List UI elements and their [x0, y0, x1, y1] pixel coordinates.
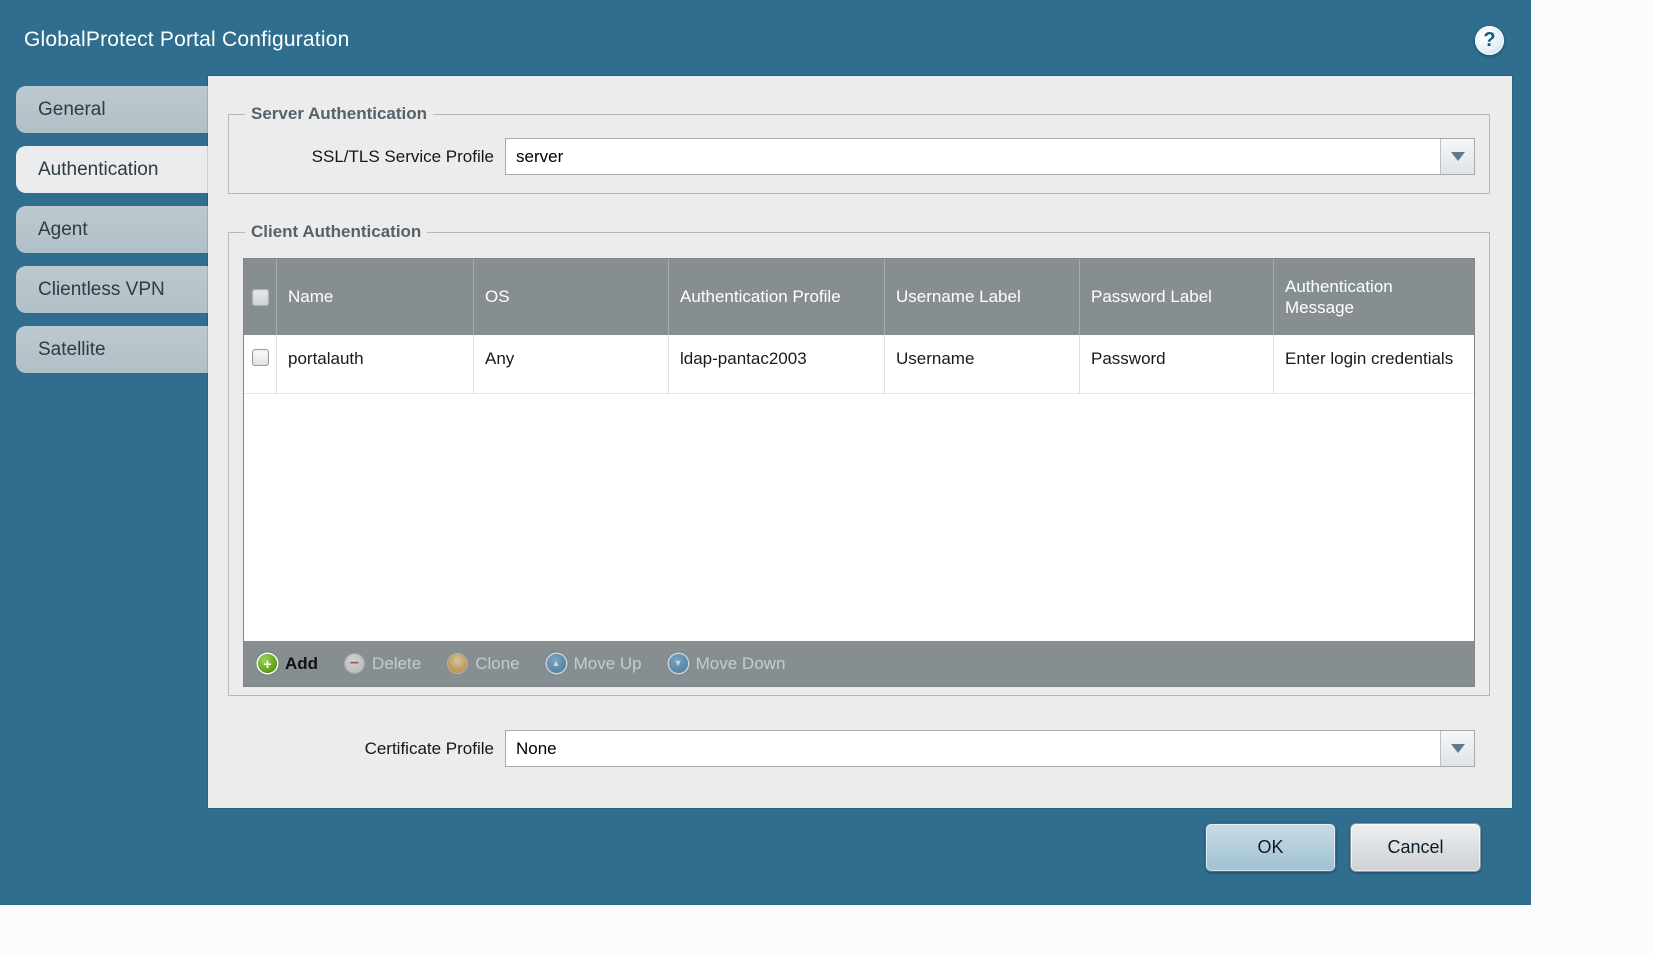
- row-checkbox-cell: [244, 335, 277, 394]
- certificate-profile-value: None: [516, 739, 557, 759]
- tab-satellite[interactable]: Satellite: [16, 326, 208, 373]
- client-authentication-section: Client Authentication Name OS Authentica…: [228, 222, 1490, 696]
- cancel-button[interactable]: Cancel: [1350, 823, 1481, 872]
- ok-button[interactable]: OK: [1205, 823, 1336, 872]
- add-icon: +: [258, 654, 277, 673]
- clone-button[interactable]: Clone: [448, 654, 519, 674]
- column-header-authentication-profile[interactable]: Authentication Profile: [669, 259, 885, 335]
- delete-icon: −: [345, 654, 364, 673]
- server-authentication-legend: Server Authentication: [245, 104, 433, 124]
- help-glyph: ?: [1483, 29, 1495, 52]
- cell-os[interactable]: Any: [474, 335, 669, 394]
- clone-icon: [448, 654, 467, 673]
- move-up-label: Move Up: [574, 654, 642, 674]
- table-row[interactable]: portalauth Any ldap-pantac2003 Username …: [244, 335, 1474, 394]
- tab-clientless-vpn[interactable]: Clientless VPN: [16, 266, 208, 313]
- certificate-profile-select[interactable]: None: [505, 730, 1475, 767]
- table-body: portalauth Any ldap-pantac2003 Username …: [244, 335, 1474, 641]
- client-auth-table: Name OS Authentication Profile Username …: [243, 258, 1475, 687]
- dialog-title: GlobalProtect Portal Configuration: [24, 28, 349, 52]
- tab-general[interactable]: General: [16, 86, 208, 133]
- content-panel: Server Authentication SSL/TLS Service Pr…: [208, 76, 1512, 808]
- ssl-tls-profile-value: server: [516, 147, 563, 167]
- server-authentication-section: Server Authentication SSL/TLS Service Pr…: [228, 104, 1490, 194]
- column-header-os[interactable]: OS: [474, 259, 669, 335]
- ssl-tls-profile-row: SSL/TLS Service Profile server: [243, 138, 1475, 175]
- certificate-profile-row: Certificate Profile None: [228, 730, 1490, 767]
- cell-authentication-profile[interactable]: ldap-pantac2003: [669, 335, 885, 394]
- column-header-authentication-message[interactable]: Authentication Message: [1274, 259, 1474, 335]
- move-down-button[interactable]: ▼ Move Down: [669, 654, 786, 674]
- column-header-username-label[interactable]: Username Label: [885, 259, 1080, 335]
- client-authentication-legend: Client Authentication: [245, 222, 427, 242]
- globalprotect-portal-dialog: GlobalProtect Portal Configuration ? Gen…: [0, 0, 1531, 905]
- help-icon[interactable]: ?: [1475, 26, 1504, 55]
- sidebar-tabs: General Authentication Agent Clientless …: [16, 86, 208, 386]
- chevron-down-icon[interactable]: [1440, 731, 1474, 766]
- table-toolbar: + Add − Delete Clone ▲ Move Up: [244, 641, 1474, 686]
- cell-username-label[interactable]: Username: [885, 335, 1080, 394]
- certificate-profile-label: Certificate Profile: [243, 739, 505, 759]
- column-header-password-label[interactable]: Password Label: [1080, 259, 1274, 335]
- table-header-row: Name OS Authentication Profile Username …: [244, 259, 1474, 335]
- chevron-down-icon[interactable]: [1440, 139, 1474, 174]
- dialog-title-bar: GlobalProtect Portal Configuration ?: [0, 0, 1531, 76]
- column-header-name[interactable]: Name: [277, 259, 474, 335]
- cell-password-label[interactable]: Password: [1080, 335, 1274, 394]
- delete-button[interactable]: − Delete: [345, 654, 421, 674]
- clone-label: Clone: [475, 654, 519, 674]
- add-button[interactable]: + Add: [258, 654, 318, 674]
- tab-agent[interactable]: Agent: [16, 206, 208, 253]
- add-label: Add: [285, 654, 318, 674]
- select-all-checkbox[interactable]: [252, 289, 269, 306]
- ssl-tls-profile-select[interactable]: server: [505, 138, 1475, 175]
- delete-label: Delete: [372, 654, 421, 674]
- move-up-icon: ▲: [547, 654, 566, 673]
- tab-authentication[interactable]: Authentication: [16, 146, 208, 193]
- move-up-button[interactable]: ▲ Move Up: [547, 654, 642, 674]
- ssl-tls-profile-label: SSL/TLS Service Profile: [243, 147, 505, 167]
- move-down-icon: ▼: [669, 654, 688, 673]
- cell-authentication-message[interactable]: Enter login credentials: [1274, 335, 1474, 394]
- select-all-cell: [244, 259, 277, 335]
- row-checkbox[interactable]: [252, 349, 269, 366]
- cell-name[interactable]: portalauth: [277, 335, 474, 394]
- move-down-label: Move Down: [696, 654, 786, 674]
